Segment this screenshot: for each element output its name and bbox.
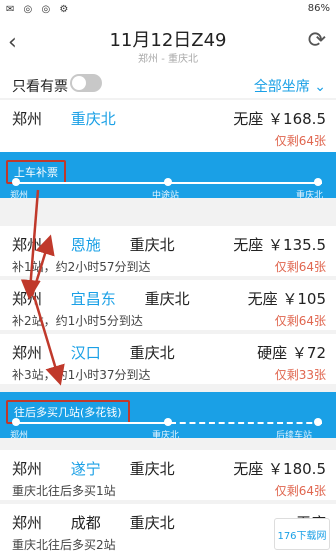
seat-price: 无座 ￥168.5 xyxy=(233,110,326,128)
ticket-row[interactable]: 郑州 恩施 重庆北 补1站，约2小时57分到达 无座 ￥135.5 仅剩64张 xyxy=(0,226,336,276)
battery-level: 86% xyxy=(307,3,330,14)
route-line-dashed xyxy=(170,422,322,424)
to-station: 重庆北 xyxy=(129,460,175,478)
page-title: 11月12日Z49 xyxy=(109,30,227,51)
ticket-row[interactable]: 郑州 宜昌东 重庆北 补2站，约1小时5分到达 无座 ￥105 仅剩64张 xyxy=(0,280,336,330)
from-station: 郑州 xyxy=(12,344,43,362)
row-route: 郑州 重庆北 xyxy=(12,108,140,129)
status-icons: ✉ ◎ ◎ ⚙ xyxy=(6,4,72,15)
toggle-knob xyxy=(72,76,86,90)
ticket-row[interactable]: 郑州 遂宁 重庆北 重庆北往后多买1站 无座 ￥180.5 仅剩64张 xyxy=(0,450,336,500)
route-point-mid: 重庆北 xyxy=(152,431,180,441)
to-station: 重庆北 xyxy=(144,290,190,308)
via-station: 成都 xyxy=(70,514,101,532)
via-station: 恩施 xyxy=(70,236,101,254)
route-dot xyxy=(164,418,172,426)
from-station: 郑州 xyxy=(12,110,43,128)
row-desc: 重庆北往后多买2站 xyxy=(12,538,116,552)
from-station: 郑州 xyxy=(12,290,43,308)
to-station: 重庆北 xyxy=(129,344,175,362)
header: ‹ 11月12日Z49 郑州 - 重庆北 ⟳ xyxy=(0,20,336,70)
route-subtitle: 郑州 - 重庆北 xyxy=(138,54,198,65)
route-strip-board-upgrade: 上车补票 郑州 中途站 重庆北 xyxy=(0,152,336,201)
row-route: 郑州 宜昌东 重庆北 xyxy=(12,288,214,309)
remaining-tickets: 仅剩64张 xyxy=(274,484,326,498)
watermark-text: 176下载网 xyxy=(277,531,327,542)
watermark-logo: 176下载网 xyxy=(274,518,330,550)
only-tickets-label: 只看有票 xyxy=(12,79,68,95)
route-strip-extend: 往后多买几站(多花钱) 郑州 重庆北 后续车站 xyxy=(0,392,336,441)
route-dot xyxy=(314,178,322,186)
refresh-icon[interactable]: ⟳ xyxy=(308,28,326,53)
row-desc: 重庆北往后多买1站 xyxy=(12,484,116,498)
row-route: 郑州 遂宁 重庆北 xyxy=(12,458,199,479)
row-route: 郑州 恩施 重庆北 xyxy=(12,234,199,255)
route-point-end: 后续车站 xyxy=(276,431,313,441)
ticket-row[interactable]: 郑州 重庆北 无座 ￥168.5 仅剩64张 xyxy=(0,100,336,152)
route-line xyxy=(14,422,176,424)
row-desc: 补1站，约2小时57分到达 xyxy=(12,260,151,274)
to-station: 重庆北 xyxy=(129,236,175,254)
remaining-tickets: 仅剩64张 xyxy=(274,134,326,148)
route-dot xyxy=(164,178,172,186)
status-bar: ✉ ◎ ◎ ⚙ 86% xyxy=(0,0,336,20)
filter-bar: 只看有票 全部坐席 ⌄ xyxy=(0,70,336,98)
remaining-tickets: 仅剩33张 xyxy=(274,368,326,382)
to-station: 重庆北 xyxy=(129,514,175,532)
seat-filter-dropdown[interactable]: 全部坐席 ⌄ xyxy=(254,76,326,96)
route-dot xyxy=(314,418,322,426)
route-point-start: 郑州 xyxy=(10,191,29,201)
extend-tag: 往后多买几站(多花钱) xyxy=(6,400,130,424)
seat-price: 无座 ￥135.5 xyxy=(233,236,326,254)
seat-price: 无座 ￥105 xyxy=(247,290,326,308)
via-station: 遂宁 xyxy=(70,460,101,478)
via-station: 宜昌东 xyxy=(70,290,116,308)
row-desc: 补2站，约1小时5分到达 xyxy=(12,314,143,328)
route-point-end: 重庆北 xyxy=(296,191,324,201)
seat-price: 无座 ￥180.5 xyxy=(233,460,326,478)
from-station: 郑州 xyxy=(12,236,43,254)
row-route: 郑州 汉口 重庆北 xyxy=(12,342,199,363)
from-station: 郑州 xyxy=(12,514,43,532)
row-route: 郑州 成都 重庆北 xyxy=(12,512,199,533)
remaining-tickets: 仅剩64张 xyxy=(274,260,326,274)
from-station: 郑州 xyxy=(12,460,43,478)
route-point-mid: 中途站 xyxy=(152,191,180,201)
only-tickets-toggle[interactable] xyxy=(70,74,102,92)
via-station: 汉口 xyxy=(70,344,101,362)
route-dot xyxy=(12,178,20,186)
route-dot xyxy=(12,418,20,426)
to-station: 重庆北 xyxy=(70,110,116,128)
route-point-start: 郑州 xyxy=(10,431,29,441)
ticket-row[interactable]: 郑州 汉口 重庆北 补3站，约1小时37分到达 硬座 ￥72 仅剩33张 xyxy=(0,334,336,384)
row-desc: 补3站，约1小时37分到达 xyxy=(12,368,151,382)
remaining-tickets: 仅剩64张 xyxy=(274,314,326,328)
seat-price: 硬座 ￥72 xyxy=(257,344,326,362)
